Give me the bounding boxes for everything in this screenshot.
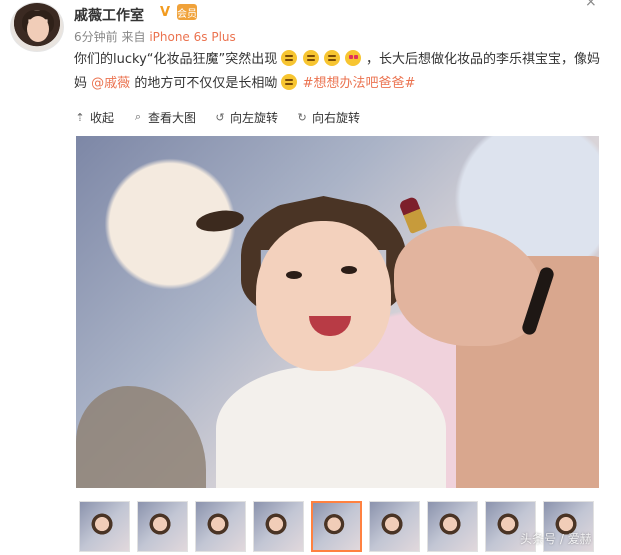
thumbnail[interactable] (427, 501, 478, 552)
username[interactable]: 戚薇工作室 (74, 5, 144, 25)
member-badge-icon: 会员 (177, 4, 197, 20)
collapse-label: 收起 (90, 110, 115, 125)
magnifier-icon: ⌕ (134, 110, 142, 123)
heart-eyes-emoji-icon (344, 50, 361, 66)
photo-left-eye (286, 271, 302, 279)
view-large-button[interactable]: ⌕ 查看大图 (132, 108, 196, 126)
photo-hair-bun (194, 207, 246, 235)
photo-shoulder (76, 386, 206, 488)
rotate-left-button[interactable]: ↺ 向左旋转 (214, 108, 278, 126)
collapse-button[interactable]: ⇡ 收起 (74, 108, 114, 126)
shocked-emoji-icon (323, 50, 340, 66)
rotate-right-icon: ↻ (297, 110, 307, 124)
post-text: 你们的lucky“化妆品狂魔”突然出现 ，长大后想做化妆品的李乐祺宝宝，像妈妈 … (74, 48, 608, 96)
weibo-post: 戚薇工作室 V 会员 × 6分钟前 来自 iPhone 6s Plus 你们的l… (0, 0, 621, 555)
verified-icon: V (159, 4, 171, 20)
image-toolbar: ⇡ 收起 ⌕ 查看大图 ↺ 向左旋转 ↻ 向右旋转 (74, 108, 360, 126)
watermark: 头条号 / 爱赫 (520, 532, 592, 546)
post-text-part1: 你们的lucky“化妆品狂魔”突然出现 (74, 52, 278, 67)
post-time[interactable]: 6分钟前 (74, 30, 118, 44)
rotate-left-label: 向左旋转 (230, 110, 279, 125)
thumbnail[interactable] (369, 501, 420, 552)
photo-body (216, 366, 446, 488)
avatar[interactable] (10, 2, 64, 52)
thumbnail-active[interactable] (311, 501, 362, 552)
thumbnail[interactable] (137, 501, 188, 552)
hashtag-link[interactable]: #想想办法吧爸爸# (303, 76, 416, 91)
rotate-left-icon: ↺ (215, 110, 225, 124)
post-source[interactable]: iPhone 6s Plus (149, 30, 235, 44)
photo-face (256, 221, 391, 371)
thinking-emoji-icon (281, 50, 298, 66)
lipstick-icon (398, 195, 428, 235)
main-photo[interactable] (76, 136, 599, 488)
collapse-arrow-icon: ⇡ (75, 110, 85, 124)
source-prefix: 来自 (121, 30, 146, 44)
wink-emoji-icon (302, 50, 319, 66)
shy-emoji-icon (281, 74, 298, 90)
post-meta: 6分钟前 来自 iPhone 6s Plus (74, 28, 236, 45)
thumbnail[interactable] (253, 501, 304, 552)
avatar-face (27, 16, 49, 42)
view-large-label: 查看大图 (148, 110, 197, 125)
rotate-right-button[interactable]: ↻ 向右旋转 (296, 108, 360, 126)
close-icon[interactable]: × (585, 0, 597, 10)
post-text-part3: 的地方可不仅仅是长相呦 (134, 76, 278, 91)
rotate-right-label: 向右旋转 (312, 110, 361, 125)
mention-link[interactable]: @戚薇 (91, 76, 130, 91)
thumbnail[interactable] (79, 501, 130, 552)
photo-right-eye (341, 266, 357, 274)
thumbnail[interactable] (195, 501, 246, 552)
